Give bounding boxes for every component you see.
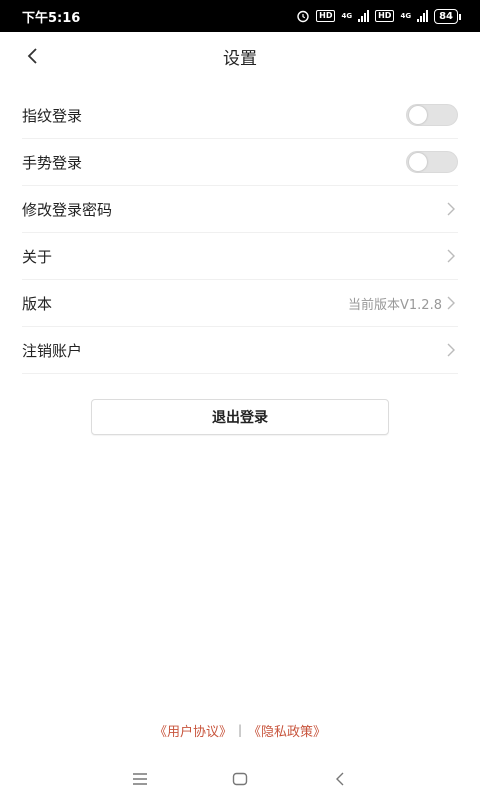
hd-badge-2: HD (375, 10, 395, 22)
setting-delete-account[interactable]: 注销账户 (22, 327, 458, 374)
setting-label: 指纹登录 (22, 106, 83, 125)
settings-list: 指纹登录 手势登录 修改登录密码 关于 版本 当前版本V1.2.8 注销账户 (22, 92, 458, 374)
chevron-right-icon (444, 295, 458, 311)
status-time: 下午5:16 (22, 10, 81, 26)
home-icon (232, 772, 248, 786)
version-info: 当前版本V1.2.8 (348, 294, 458, 313)
network-type-2: 4G (400, 11, 412, 20)
nav-back-button[interactable] (325, 764, 355, 794)
nav-menu-button[interactable] (125, 764, 155, 794)
setting-version[interactable]: 版本 当前版本V1.2.8 (22, 280, 458, 327)
setting-label: 修改登录密码 (22, 200, 113, 219)
back-button[interactable] (18, 42, 46, 70)
chevron-right-icon (444, 342, 458, 358)
signal-icon-2 (417, 10, 429, 22)
setting-change-password[interactable]: 修改登录密码 (22, 186, 458, 233)
back-icon (336, 772, 344, 786)
battery-indicator: 84 (434, 8, 461, 24)
footer-separator: | (237, 723, 243, 737)
setting-label: 关于 (22, 247, 53, 266)
user-agreement-link[interactable]: 《用户协议》 (154, 721, 232, 740)
setting-label: 手势登录 (22, 153, 83, 172)
setting-label: 注销账户 (22, 341, 83, 360)
toggle-knob (409, 153, 427, 171)
setting-gesture-login[interactable]: 手势登录 (22, 139, 458, 186)
fingerprint-login-toggle[interactable] (406, 104, 458, 126)
network-type-1: 4G (341, 11, 353, 20)
menu-icon (133, 773, 147, 785)
chevron-right-icon (444, 248, 458, 264)
setting-fingerprint-login[interactable]: 指纹登录 (22, 92, 458, 139)
setting-about[interactable]: 关于 (22, 233, 458, 280)
version-value: 当前版本V1.2.8 (348, 297, 442, 313)
alarm-icon (297, 10, 309, 23)
toggle-knob (409, 106, 427, 124)
status-icons: HD 4G HD 4G 84 (296, 8, 462, 24)
app-header: 设置 (0, 32, 480, 80)
page-title: 设置 (223, 48, 257, 69)
signal-icon-1 (358, 10, 370, 22)
footer-links: 《用户协议》 | 《隐私政策》 (0, 720, 480, 740)
setting-label: 版本 (22, 294, 53, 313)
system-nav-bar (0, 758, 480, 800)
logout-button[interactable]: 退出登录 (91, 399, 389, 435)
gesture-login-toggle[interactable] (406, 151, 458, 173)
chevron-left-icon (27, 48, 37, 64)
chevron-right-icon (444, 201, 458, 217)
privacy-policy-link[interactable]: 《隐私政策》 (248, 721, 326, 740)
hd-badge-1: HD (316, 10, 336, 22)
nav-home-button[interactable] (225, 764, 255, 794)
status-bar: 下午5:16 HD 4G HD 4G 84 (0, 0, 480, 32)
